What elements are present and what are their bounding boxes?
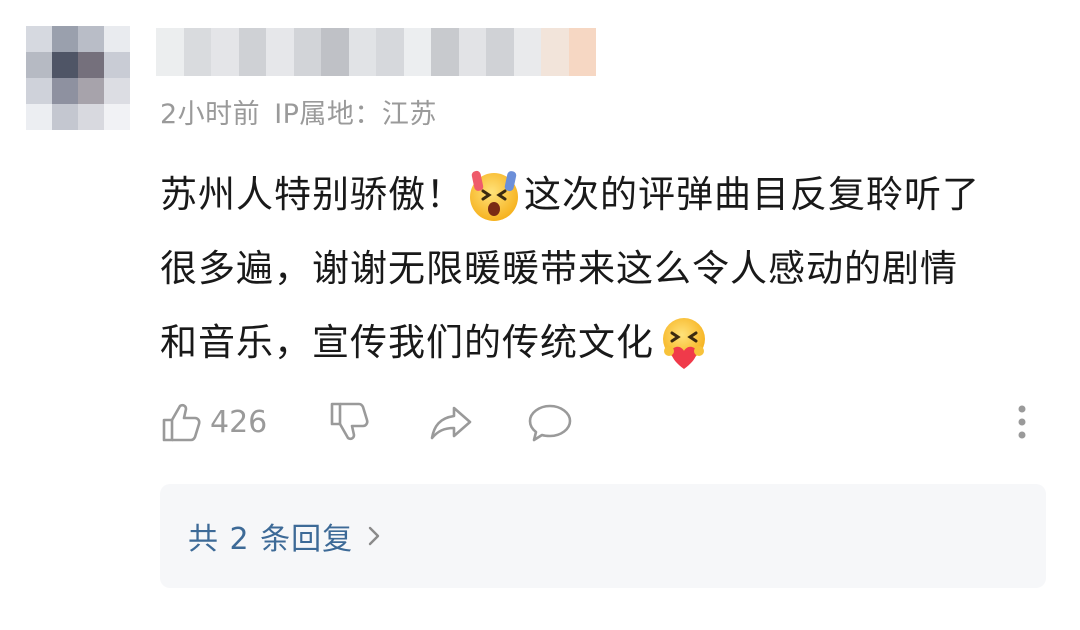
view-replies-button[interactable]: 共 2 条回复 — [160, 484, 1046, 588]
thumbs-up-icon — [162, 403, 201, 442]
comment-time: 2小时前 — [160, 99, 261, 130]
comment-line-3: 和音乐，宣传我们的传统文化 — [160, 306, 1040, 380]
comment-ip-location: IP属地：江苏 — [274, 99, 437, 130]
like-button[interactable]: 426 — [160, 396, 267, 448]
heart-hug-emoji-icon — [663, 318, 705, 369]
username-blurred[interactable] — [156, 28, 596, 76]
like-count: 426 — [210, 404, 268, 440]
comment-card: 2小时前 IP属地：江苏 苏州人特别骄傲！ 这次的评弹曲目反复聆听了 很多遍，谢… — [0, 0, 1080, 630]
more-vertical-icon — [1018, 405, 1026, 439]
thumbs-down-icon — [330, 402, 369, 441]
share-button[interactable] — [428, 396, 474, 448]
comment-actions: 426 — [160, 396, 1040, 448]
comment-line-1: 苏州人特别骄傲！ 这次的评弹曲目反复聆听了 — [160, 158, 1040, 232]
comment-meta: 2小时前 IP属地：江苏 — [160, 92, 451, 131]
avatar[interactable] — [26, 26, 130, 130]
replies-count-label: 共 2 条回复 — [188, 522, 354, 557]
comment-text-2: 很多遍，谢谢无限暖暖带来这么令人感动的剧情 — [160, 247, 958, 290]
chevron-right-icon — [368, 526, 380, 546]
comment-body: 苏州人特别骄傲！ 这次的评弹曲目反复聆听了 很多遍，谢谢无限暖暖带来这么令人感动… — [160, 158, 1040, 380]
shocked-emoji-icon — [470, 170, 518, 221]
comment-text-1a: 苏州人特别骄傲！ — [160, 173, 464, 216]
comment-bubble-icon — [528, 404, 572, 442]
reply-button[interactable] — [526, 396, 574, 448]
share-icon — [430, 406, 472, 440]
more-options-button[interactable] — [1012, 396, 1032, 448]
dislike-button[interactable] — [328, 396, 372, 448]
comment-text-3: 和音乐，宣传我们的传统文化 — [160, 321, 654, 364]
comment-text-1b: 这次的评弹曲目反复聆听了 — [524, 173, 980, 216]
comment-line-2: 很多遍，谢谢无限暖暖带来这么令人感动的剧情 — [160, 232, 1040, 306]
